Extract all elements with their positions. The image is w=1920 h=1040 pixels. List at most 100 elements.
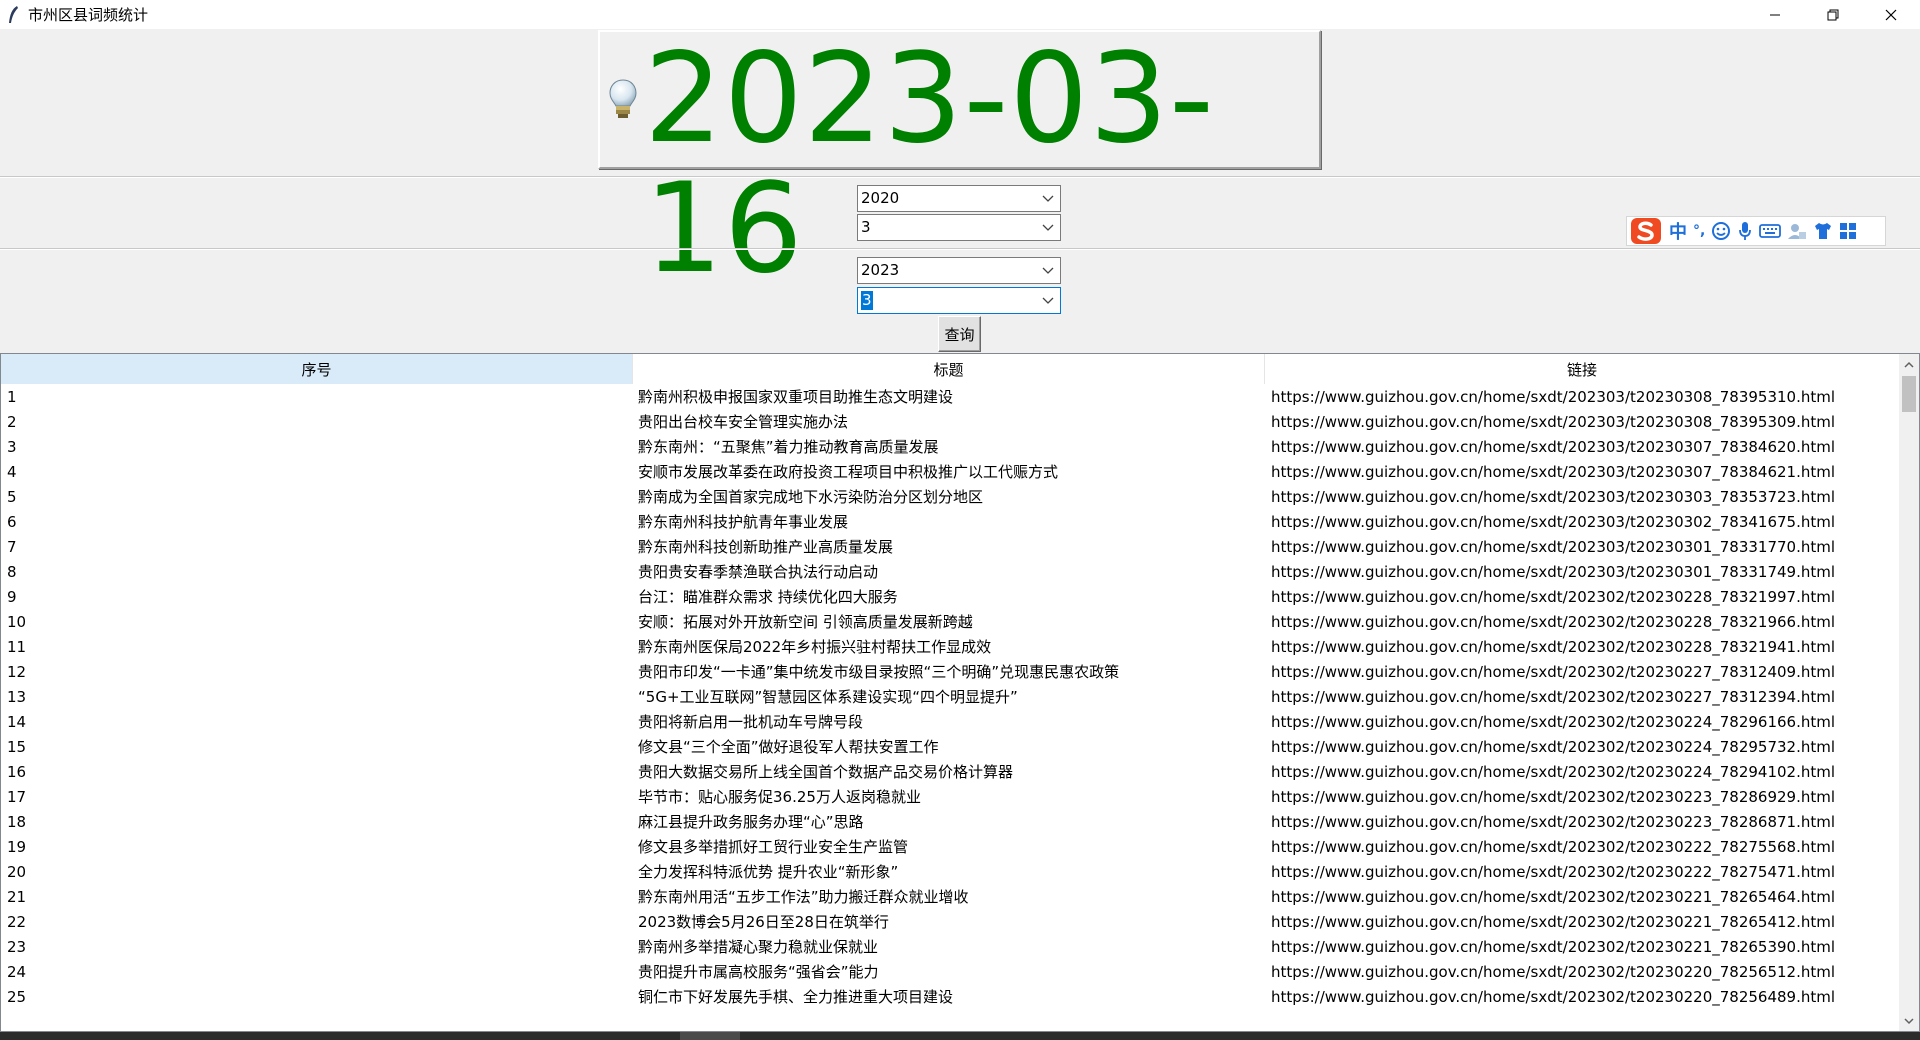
row-title-cell: 修文县“三个全面”做好退役军人帮扶安置工作 — [638, 738, 939, 756]
table-row[interactable]: 2 贵阳出台校车安全管理实施办法 https://www.guizhou.gov.c… — [1, 410, 1900, 435]
chevron-down-icon — [1042, 224, 1054, 231]
row-link-cell: https://www.guizhou.gov.cn/home/sxdt/202… — [1271, 713, 1836, 731]
row-index-cell: 5 — [7, 488, 17, 506]
lightbulb-icon — [609, 79, 637, 118]
table-row[interactable]: 8 贵阳贵安春季禁渔联合执法行动启动 https://www.guizhou.gov… — [1, 560, 1900, 585]
vertical-scrollbar[interactable] — [1899, 354, 1919, 1031]
row-index-cell: 23 — [7, 938, 27, 956]
table-row[interactable]: 21 黔东南州用活“五步工作法”助力搬迁群众就业增收 https://www.gui… — [1, 885, 1900, 910]
row-link-cell: https://www.guizhou.gov.cn/home/sxdt/202… — [1271, 413, 1836, 431]
scroll-up-button[interactable] — [1899, 354, 1919, 374]
table-row[interactable]: 11 黔东南州医保局2022年乡村振兴驻村帮扶工作显成效 https://www.g… — [1, 635, 1900, 660]
row-link-cell: https://www.guizhou.gov.cn/home/sxdt/202… — [1271, 613, 1836, 631]
row-title-cell: 黔南州积极申报国家双重项目助推生态文明建设 — [638, 388, 954, 406]
scroll-down-button[interactable] — [1899, 1011, 1919, 1031]
minimize-icon — [1770, 14, 1780, 15]
row-index-cell: 22 — [7, 913, 27, 931]
row-title-cell: 贵阳将新启用一批机动车号牌号段 — [638, 713, 864, 731]
start-year-select[interactable]: 2020 — [857, 185, 1061, 212]
close-button[interactable] — [1862, 0, 1920, 29]
table-row[interactable]: 18 麻江县提升政务服务办理“心”思路 https://www.guizhou.go… — [1, 810, 1900, 835]
row-title-cell: “5G+工业互联网”智慧园区体系建设实现“四个明显提升” — [638, 688, 1018, 706]
row-link-cell: https://www.guizhou.gov.cn/home/sxdt/202… — [1271, 738, 1836, 756]
table-row[interactable]: 6 黔东南州科技护航青年事业发展 https://www.guizhou.gov.c… — [1, 510, 1900, 535]
table-row[interactable]: 12 贵阳市印发“一卡通”集中统发市级目录按照“三个明确”兑现惠民惠农政策 http… — [1, 660, 1900, 685]
row-index-cell: 13 — [7, 688, 27, 706]
table-row[interactable]: 4 安顺市发展改革委在政府投资工程项目中积极推广以工代赈方式 https://www… — [1, 460, 1900, 485]
row-title-cell: 全力发挥科特派优势 提升农业“新形象” — [638, 863, 899, 881]
table-row[interactable]: 16 贵阳大数据交易所上线全国首个数据产品交易价格计算器 https://www.g… — [1, 760, 1900, 785]
sogou-logo-icon — [1631, 218, 1661, 244]
row-link-cell: https://www.guizhou.gov.cn/home/sxdt/202… — [1271, 388, 1836, 406]
table-row[interactable]: 14 贵阳将新启用一批机动车号牌号段 https://www.guizhou.gov… — [1, 710, 1900, 735]
table-row[interactable]: 10 安顺：拓展对外开放新空间 引领高质量发展新跨越 https://www.gui… — [1, 610, 1900, 635]
user-icon[interactable] — [1787, 221, 1807, 241]
restore-button[interactable] — [1804, 0, 1862, 29]
row-index-cell: 9 — [7, 588, 17, 606]
chevron-down-icon — [1042, 267, 1054, 274]
table-row[interactable]: 9 台江：瞄准群众需求 持续优化四大服务 https://www.guizhou.g… — [1, 585, 1900, 610]
row-index-cell: 16 — [7, 763, 27, 781]
row-index-cell: 4 — [7, 463, 17, 481]
query-button[interactable]: 查询 — [938, 316, 981, 352]
emoji-icon[interactable] — [1711, 221, 1731, 241]
column-header-index[interactable]: 序号 — [1, 354, 633, 384]
scroll-thumb[interactable] — [1902, 376, 1916, 412]
table-row[interactable]: 22 2023数博会5月26日至28日在筑举行 https://www.guizho… — [1, 910, 1900, 935]
table-row[interactable]: 23 黔南州多举措凝心聚力稳就业保就业 https://www.guizhou.go… — [1, 935, 1900, 960]
table-row[interactable]: 3 黔东南州：“五聚焦”着力推动教育高质量发展 https://www.guizho… — [1, 435, 1900, 460]
ime-mode-label[interactable]: 中 — [1669, 218, 1687, 244]
table-row[interactable]: 13 “5G+工业互联网”智慧园区体系建设实现“四个明显提升” https://ww… — [1, 685, 1900, 710]
toolbox-grid-icon[interactable] — [1839, 222, 1857, 240]
keyboard-icon[interactable] — [1759, 223, 1782, 239]
table-row[interactable]: 20 全力发挥科特派优势 提升农业“新形象” https://www.guizhou… — [1, 860, 1900, 885]
date-banner: 2023-03-16 — [598, 30, 1321, 294]
end-month-value: 3 — [861, 291, 873, 310]
ime-punctuation-label[interactable]: °, — [1693, 223, 1705, 239]
row-title-cell: 黔东南州：“五聚焦”着力推动教育高质量发展 — [638, 438, 939, 456]
row-title-cell: 安顺：拓展对外开放新空间 引领高质量发展新跨越 — [638, 613, 973, 631]
row-index-cell: 3 — [7, 438, 17, 456]
table-row[interactable]: 7 黔东南州科技创新助推产业高质量发展 https://www.guizhou.go… — [1, 535, 1900, 560]
table-row[interactable]: 5 黔南成为全国首家完成地下水污染防治分区划分地区 https://www.guiz… — [1, 485, 1900, 510]
row-title-cell: 贵阳出台校车安全管理实施办法 — [638, 413, 849, 431]
current-date: 2023-03-16 — [644, 27, 1215, 301]
row-title-cell: 贵阳市印发“一卡通”集中统发市级目录按照“三个明确”兑现惠民惠农政策 — [638, 663, 1120, 681]
column-header-link[interactable]: 链接 — [1265, 354, 1900, 384]
row-link-cell: https://www.guizhou.gov.cn/home/sxdt/202… — [1271, 538, 1836, 556]
row-index-cell: 20 — [7, 863, 27, 881]
row-index-cell: 14 — [7, 713, 27, 731]
end-year-select[interactable]: 2023 — [857, 257, 1061, 284]
row-link-cell: https://www.guizhou.gov.cn/home/sxdt/202… — [1271, 588, 1836, 606]
row-title-cell: 修文县多举措抓好工贸行业安全生产监管 — [638, 838, 909, 856]
table-row[interactable]: 19 修文县多举措抓好工贸行业安全生产监管 https://www.guizhou.… — [1, 835, 1900, 860]
taskbar-edge — [0, 1032, 1920, 1040]
row-index-cell: 11 — [7, 638, 27, 656]
results-table[interactable]: 序号 标题 链接 1 黔南州积极申报国家双重项目助推生态文明建设 https://w… — [0, 353, 1920, 1032]
end-month-select[interactable]: 3 — [857, 287, 1061, 314]
chevron-down-icon — [1042, 297, 1054, 304]
table-row[interactable]: 24 贵阳提升市属高校服务“强省会”能力 https://www.guizhou.g… — [1, 960, 1900, 985]
end-year-value: 2023 — [861, 261, 900, 279]
ime-toolbar[interactable]: 中 °, — [1626, 216, 1886, 246]
row-index-cell: 25 — [7, 988, 27, 1006]
row-title-cell: 黔东南州科技护航青年事业发展 — [638, 513, 849, 531]
row-link-cell: https://www.guizhou.gov.cn/home/sxdt/202… — [1271, 888, 1836, 906]
row-index-cell: 7 — [7, 538, 17, 556]
divider — [0, 249, 1920, 250]
start-month-select[interactable]: 3 — [857, 214, 1061, 241]
skin-shirt-icon[interactable] — [1813, 221, 1833, 241]
row-title-cell: 2023数博会5月26日至28日在筑举行 — [638, 913, 889, 931]
start-month-value: 3 — [861, 218, 871, 236]
row-index-cell: 19 — [7, 838, 27, 856]
chevron-down-icon — [1042, 195, 1054, 202]
column-header-title[interactable]: 标题 — [633, 354, 1265, 384]
divider — [0, 177, 1920, 178]
table-row[interactable]: 1 黔南州积极申报国家双重项目助推生态文明建设 https://www.guizho… — [1, 385, 1900, 410]
table-row[interactable]: 17 毕节市：贴心服务促36.25万人返岗稳就业 https://www.guizh… — [1, 785, 1900, 810]
minimize-button[interactable] — [1746, 0, 1804, 29]
window-controls — [1746, 0, 1920, 29]
table-row[interactable]: 15 修文县“三个全面”做好退役军人帮扶安置工作 https://www.guizh… — [1, 735, 1900, 760]
microphone-icon[interactable] — [1737, 220, 1753, 242]
table-row[interactable]: 25 铜仁市下好发展先手棋、全力推进重大项目建设 https://www.guizh… — [1, 985, 1900, 1010]
